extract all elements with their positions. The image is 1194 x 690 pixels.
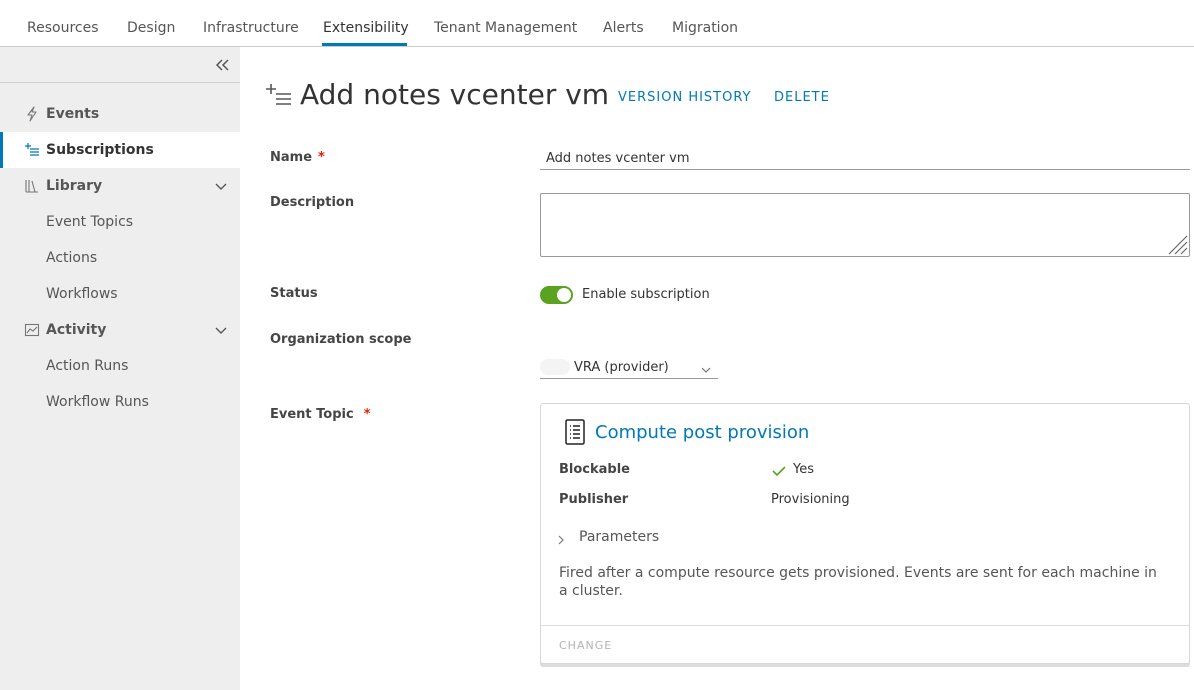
tab-alerts[interactable]: Alerts	[603, 19, 644, 38]
tab-extensibility[interactable]: Extensibility	[323, 19, 409, 38]
toggle-label: Enable subscription	[582, 287, 710, 302]
sidebar-item-actions[interactable]: Actions	[46, 249, 97, 267]
blockable-label: Blockable	[559, 462, 630, 477]
sidebar-item-subscriptions[interactable]: Subscriptions	[0, 132, 240, 168]
tab-migration[interactable]: Migration	[672, 19, 738, 38]
main-content: Add notes vcenter vm VERSION HISTORY DEL…	[240, 47, 1194, 690]
event-topic-description: Fired after a compute resource gets prov…	[559, 565, 1157, 599]
sidebar-item-activity[interactable]: Activity	[0, 312, 240, 348]
sidebar-item-event-topics[interactable]: Event Topics	[46, 213, 133, 231]
lightning-icon	[24, 106, 40, 122]
resize-handle-icon[interactable]	[1166, 233, 1188, 255]
tab-resources[interactable]: Resources	[27, 19, 99, 38]
document-list-icon	[563, 418, 587, 446]
delete-button[interactable]: DELETE	[774, 90, 830, 106]
event-topic-title[interactable]: Compute post provision	[595, 422, 809, 444]
tab-tenant-management[interactable]: Tenant Management	[434, 19, 577, 38]
change-button[interactable]: CHANGE	[559, 639, 612, 653]
sidebar-item-label: Library	[46, 178, 103, 194]
subscription-list-icon	[265, 83, 293, 107]
required-marker: *	[363, 407, 371, 422]
org-scope-value: VRA (provider)	[574, 360, 669, 375]
blockable-value: Yes	[793, 462, 814, 477]
org-avatar	[540, 359, 570, 375]
sidebar-item-label: Events	[46, 106, 100, 122]
sidebar-item-workflow-runs[interactable]: Workflow Runs	[46, 393, 149, 411]
check-icon	[771, 463, 787, 477]
sidebar-item-label: Subscriptions	[46, 142, 154, 158]
publisher-label: Publisher	[559, 492, 629, 507]
double-chevron-left-icon[interactable]	[212, 55, 232, 75]
status-label: Status	[270, 286, 318, 301]
publisher-value: Provisioning	[771, 492, 850, 507]
sidebar-collapse-row	[0, 47, 240, 83]
sidebar-item-workflows[interactable]: Workflows	[46, 285, 118, 303]
name-label-text: Name	[270, 150, 313, 165]
organization-scope-label: Organization scope	[270, 332, 412, 347]
event-topic-label: Event Topic *	[270, 407, 371, 423]
sidebar: Events Subscriptions Library Event Topic…	[0, 47, 240, 690]
chevron-down-icon[interactable]	[214, 323, 228, 337]
enable-subscription-toggle[interactable]	[540, 286, 573, 304]
name-label: Name *	[270, 150, 325, 166]
name-field[interactable]	[540, 147, 1190, 170]
organization-scope-select[interactable]: VRA (provider)	[540, 357, 718, 379]
event-topic-card: Compute post provision Blockable Yes Pub…	[540, 403, 1190, 664]
sidebar-item-events[interactable]: Events	[0, 96, 240, 132]
top-nav: Resources Design Infrastructure Extensib…	[0, 0, 1194, 47]
version-history-button[interactable]: VERSION HISTORY	[618, 90, 752, 106]
description-label: Description	[270, 195, 355, 210]
sidebar-item-library[interactable]: Library	[0, 168, 240, 204]
parameters-label: Parameters	[579, 529, 660, 545]
required-marker: *	[318, 150, 325, 165]
card-footer: CHANGE	[541, 625, 1189, 664]
tab-design[interactable]: Design	[127, 19, 175, 38]
event-topic-label-text: Event Topic	[270, 407, 354, 422]
library-icon	[24, 178, 40, 194]
chevron-right-icon	[555, 531, 567, 545]
activity-chart-icon	[24, 322, 40, 338]
description-field[interactable]	[540, 193, 1190, 257]
chevron-down-icon	[700, 361, 712, 373]
chevron-down-icon[interactable]	[214, 179, 228, 193]
sidebar-item-label: Activity	[46, 322, 107, 338]
sidebar-item-action-runs[interactable]: Action Runs	[46, 357, 128, 375]
page-title: Add notes vcenter vm	[300, 78, 610, 111]
active-tab-indicator	[322, 43, 407, 46]
subscription-list-icon	[24, 142, 40, 158]
tab-infrastructure[interactable]: Infrastructure	[203, 19, 299, 38]
